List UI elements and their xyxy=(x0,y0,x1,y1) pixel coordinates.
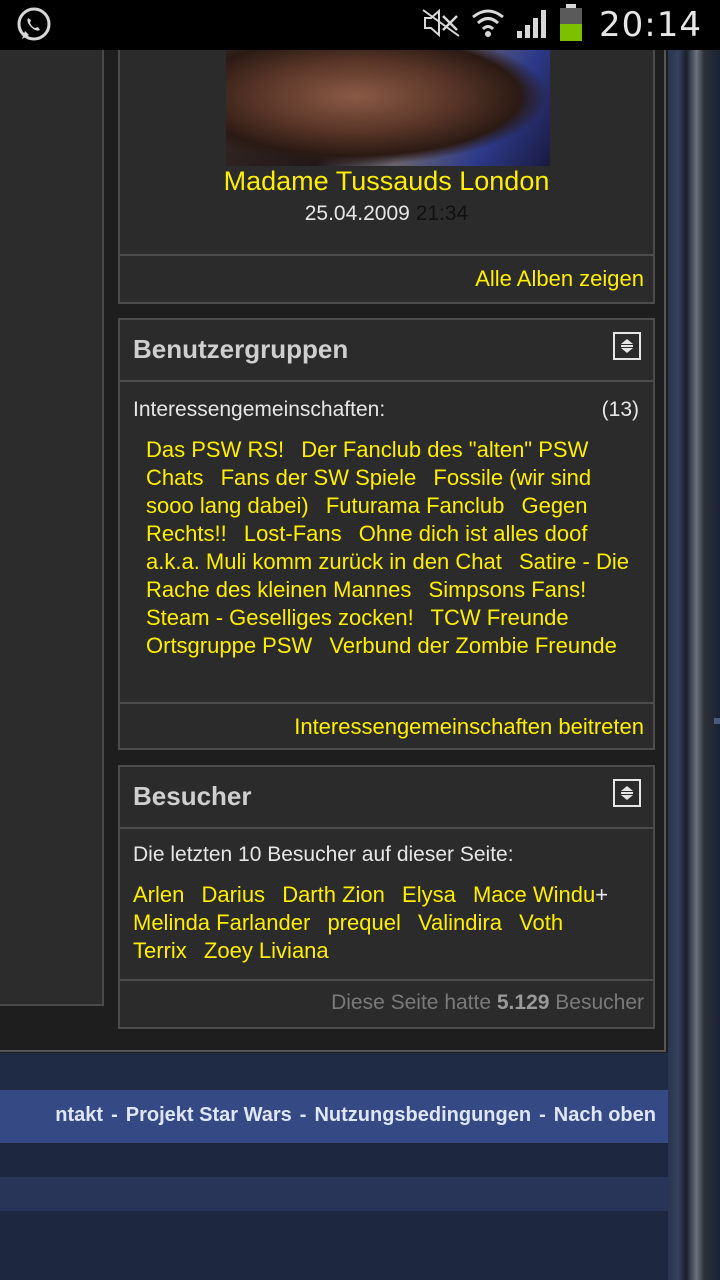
footer-separator: - xyxy=(299,1104,307,1126)
group-link[interactable]: Futurama Fanclub xyxy=(326,493,505,518)
group-link[interactable]: Steam - Geselliges zocken! xyxy=(146,605,414,630)
bottom-band xyxy=(0,1177,668,1211)
groups-label: Interessengemeinschaften: xyxy=(133,398,386,421)
bottom-band xyxy=(0,1211,668,1280)
visitor-count-value: 5.129 xyxy=(496,991,550,1014)
visitor-link[interactable]: Melinda Farlander xyxy=(133,910,310,935)
visitor-count-text: Diese Seite hatte 5.129 Besucher xyxy=(331,991,644,1015)
visitor-count-suffix: Besucher xyxy=(555,991,644,1014)
visitor-link[interactable]: prequel xyxy=(327,910,400,935)
footer-nav: ntakt - Projekt Star Wars - Nutzungsbedingun… xyxy=(0,1090,668,1143)
group-link[interactable]: Simpsons Fans! xyxy=(429,577,587,602)
visitor-link[interactable]: Valindira xyxy=(418,910,502,935)
collapse-icon xyxy=(621,339,633,353)
photo-title-link[interactable]: Madame Tussauds London xyxy=(120,166,653,197)
status-time: 20:14 xyxy=(599,5,702,45)
footer-link[interactable]: Nutzungsbedingungen xyxy=(314,1104,531,1126)
divider xyxy=(120,702,653,704)
status-bar: 20:14 xyxy=(0,0,720,50)
album-photo-panel: Madame Tussauds London 25.04.2009 21:34 … xyxy=(118,50,655,304)
visitors-panel: Besucher Die letzten 10 Besucher auf die… xyxy=(118,765,655,1029)
photo-time: 21:34 xyxy=(415,202,469,225)
panel-title: Benutzergruppen xyxy=(133,334,349,364)
groups-count: (13) xyxy=(601,398,639,421)
panel-title: Besucher xyxy=(133,781,252,811)
side-marker xyxy=(714,718,720,724)
footer-separator: - xyxy=(539,1104,546,1126)
bottom-band xyxy=(0,1143,668,1177)
divider xyxy=(120,979,653,981)
group-link[interactable]: Das PSW RS! xyxy=(146,437,284,462)
wifi-icon xyxy=(471,7,505,44)
footer-link[interactable]: Projekt Star Wars xyxy=(126,1104,292,1126)
group-link[interactable]: Fans der SW Spiele xyxy=(221,465,417,490)
user-groups-panel: Benutzergruppen Interessengemeinschaften… xyxy=(118,318,655,750)
mute-icon xyxy=(421,8,461,43)
collapse-button[interactable] xyxy=(613,779,641,807)
photo-date: 25.04.2009 xyxy=(304,202,410,225)
whatsapp-icon xyxy=(14,6,54,44)
signal-icon xyxy=(515,7,549,44)
visitor-link[interactable]: Mace Windu xyxy=(473,882,595,907)
visitor-link[interactable]: Arlen xyxy=(133,882,184,907)
join-groups-link[interactable]: Interessengemeinschaften beitreten xyxy=(294,714,644,740)
visitors-label: Die letzten 10 Besucher auf dieser Seite… xyxy=(133,843,514,866)
album-photo[interactable] xyxy=(226,50,550,166)
visitor-link[interactable]: Zoey Liviana xyxy=(204,938,329,963)
collapse-icon xyxy=(621,786,633,800)
visitor-link[interactable]: Darth Zion xyxy=(282,882,385,907)
battery-icon xyxy=(559,3,583,47)
footer-link[interactable]: ntakt xyxy=(55,1104,103,1126)
group-link[interactable]: Verbund der Zombie Freunde xyxy=(329,633,616,658)
groups-list: Das PSW RS! Der Fanclub des "alten" PSW … xyxy=(146,436,636,660)
group-link[interactable]: Lost-Fans xyxy=(244,521,342,546)
panel-header: Benutzergruppen xyxy=(120,320,653,382)
footer-link[interactable]: Nach oben xyxy=(554,1104,656,1126)
page-side-decoration xyxy=(668,50,720,1280)
collapse-button[interactable] xyxy=(613,332,641,360)
visitors-list: Arlen Darius Darth Zion Elysa Mace Windu… xyxy=(133,881,633,965)
visitor-count-prefix: Diese Seite hatte xyxy=(331,991,492,1014)
panel-header: Besucher xyxy=(120,767,653,829)
photo-timestamp: 25.04.2009 21:34 xyxy=(120,202,653,226)
online-marker: + xyxy=(595,882,609,907)
footer-separator: - xyxy=(111,1104,118,1126)
footer-nav-links: ntakt - Projekt Star Wars - Nutzungsbedingun… xyxy=(55,1104,656,1127)
divider xyxy=(120,254,653,256)
visitor-link[interactable]: Elysa xyxy=(402,882,456,907)
visitor-link[interactable]: Darius xyxy=(201,882,265,907)
all-albums-link[interactable]: Alle Alben zeigen xyxy=(475,266,644,292)
